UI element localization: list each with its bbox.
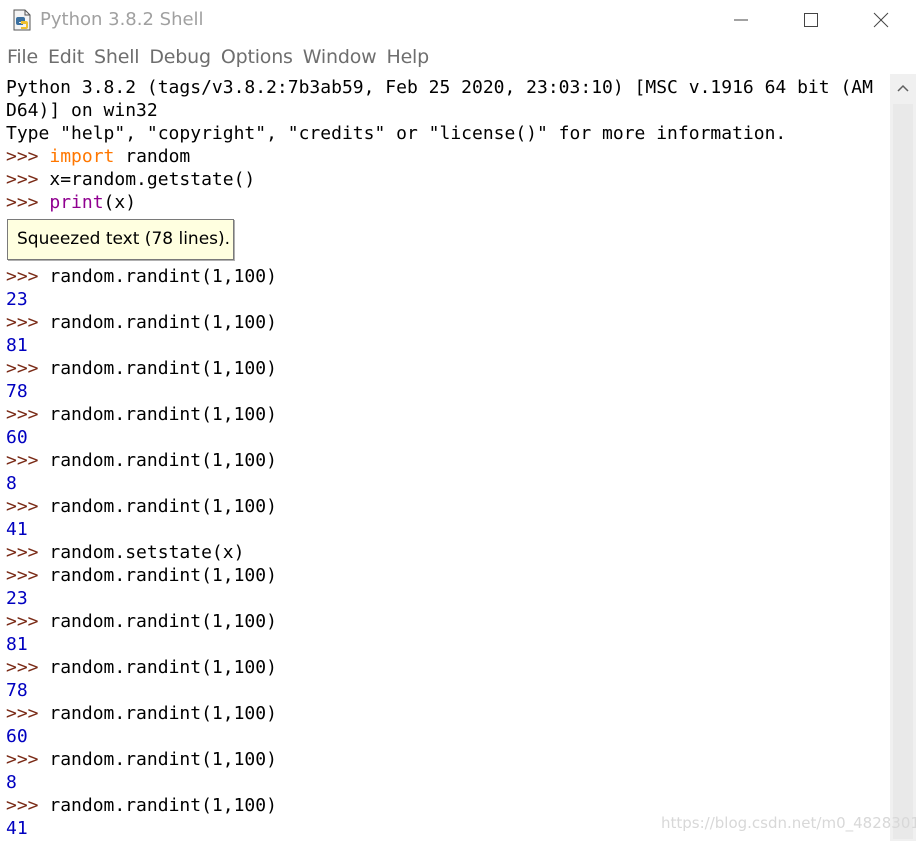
shell-prompt: >>> [6, 266, 39, 287]
vertical-scrollbar[interactable] [890, 74, 916, 841]
output-line: 41 [6, 519, 28, 540]
output-line: 23 [6, 588, 28, 609]
output-line: 78 [6, 381, 28, 402]
window-title: Python 3.8.2 Shell [40, 9, 204, 30]
input-line-getstate: >>> x=random.getstate() [6, 168, 255, 191]
command-text: random.randint(1,100) [49, 496, 277, 517]
command-text: random.randint(1,100) [49, 404, 277, 425]
command-text: random.randint(1,100) [49, 358, 277, 379]
squeezed-text-button[interactable]: Squeezed text (78 lines). [7, 219, 234, 260]
input-line-randint: >>> random.randint(1,100) [6, 357, 277, 380]
banner-line-3: Type "help", "copyright", "credits" or "… [6, 123, 787, 144]
menu-options[interactable]: Options [218, 46, 300, 68]
command-text: random.randint(1,100) [49, 312, 277, 333]
input-line-randint: >>> random.randint(1,100) [6, 311, 277, 334]
menu-shell[interactable]: Shell [91, 46, 146, 68]
output-line: 81 [6, 335, 28, 356]
output-line: 60 [6, 427, 28, 448]
menu-bar: File Edit Shell Debug Options Window Hel… [0, 40, 916, 74]
output-line: 8 [6, 772, 17, 793]
input-line-randint: >>> random.randint(1,100) [6, 564, 277, 587]
command-text: random.randint(1,100) [49, 657, 277, 678]
command-text: random.randint(1,100) [49, 703, 277, 724]
shell-prompt: >>> [6, 312, 39, 333]
command-text: random.randint(1,100) [49, 450, 277, 471]
input-line-randint: >>> random.randint(1,100) [6, 265, 277, 288]
chevron-up-icon [897, 84, 909, 92]
title-bar: Python 3.8.2 Shell [0, 0, 916, 40]
input-line-setstate: >>> random.setstate(x) [6, 541, 244, 564]
shell-prompt: >>> [6, 169, 39, 190]
menu-help[interactable]: Help [383, 46, 436, 68]
minimize-icon [734, 19, 748, 21]
input-line-randint: >>> random.randint(1,100) [6, 748, 277, 771]
command-text: random.randint(1,100) [49, 795, 277, 816]
keyword-import: import [49, 146, 115, 167]
input-line-import: >>> import random [6, 145, 190, 168]
output-line: 23 [6, 289, 28, 310]
shell-prompt: >>> [6, 749, 39, 770]
shell-prompt: >>> [6, 565, 39, 586]
menu-debug[interactable]: Debug [146, 46, 217, 68]
shell-prompt: >>> [6, 358, 39, 379]
watermark: https://blog.csdn.net/m0_48283012 [661, 814, 916, 832]
scroll-thumb[interactable] [893, 104, 913, 839]
builtin-print: print [49, 192, 104, 213]
banner-line-2: D64)] on win32 [6, 100, 158, 121]
menu-edit[interactable]: Edit [45, 46, 91, 68]
input-line-randint: >>> random.randint(1,100) [6, 403, 277, 426]
command-text: x=random.getstate() [49, 169, 256, 190]
shell-prompt: >>> [6, 192, 39, 213]
shell-prompt: >>> [6, 611, 39, 632]
input-line-randint: >>> random.randint(1,100) [6, 794, 277, 817]
output-line: 60 [6, 726, 28, 747]
shell-prompt: >>> [6, 146, 39, 167]
shell-prompt: >>> [6, 542, 39, 563]
maximize-icon [804, 13, 818, 27]
shell-prompt: >>> [6, 450, 39, 471]
banner-line-1: Python 3.8.2 (tags/v3.8.2:7b3ab59, Feb 2… [6, 77, 873, 98]
input-line-randint: >>> random.randint(1,100) [6, 495, 277, 518]
command-text: random.randint(1,100) [49, 565, 277, 586]
output-line: 81 [6, 634, 28, 655]
input-line-randint: >>> random.randint(1,100) [6, 656, 277, 679]
command-text: random.randint(1,100) [49, 266, 277, 287]
menu-file[interactable]: File [4, 46, 45, 68]
command-text: random [114, 146, 191, 167]
maximize-button[interactable] [788, 0, 834, 40]
input-line-randint: >>> random.randint(1,100) [6, 702, 277, 725]
close-icon [873, 12, 889, 28]
shell-prompt: >>> [6, 657, 39, 678]
command-text: (x) [103, 192, 137, 213]
menu-window[interactable]: Window [300, 46, 384, 68]
shell-prompt: >>> [6, 496, 39, 517]
shell-prompt: >>> [6, 795, 39, 816]
command-text: random.setstate(x) [49, 542, 245, 563]
scroll-up-button[interactable] [890, 74, 916, 102]
output-line: 78 [6, 680, 28, 701]
command-text: random.randint(1,100) [49, 611, 277, 632]
close-button[interactable] [858, 0, 904, 40]
input-line-randint: >>> random.randint(1,100) [6, 610, 277, 633]
python-idle-icon [10, 8, 34, 32]
output-line: 8 [6, 473, 17, 494]
minimize-button[interactable] [718, 0, 764, 40]
shell-prompt: >>> [6, 703, 39, 724]
output-line: 41 [6, 818, 28, 839]
command-text: random.randint(1,100) [49, 749, 277, 770]
shell-text-area[interactable]: Python 3.8.2 (tags/v3.8.2:7b3ab59, Feb 2… [0, 74, 890, 841]
input-line-randint: >>> random.randint(1,100) [6, 449, 277, 472]
input-line-print: >>> print(x) [6, 191, 136, 214]
shell-prompt: >>> [6, 404, 39, 425]
